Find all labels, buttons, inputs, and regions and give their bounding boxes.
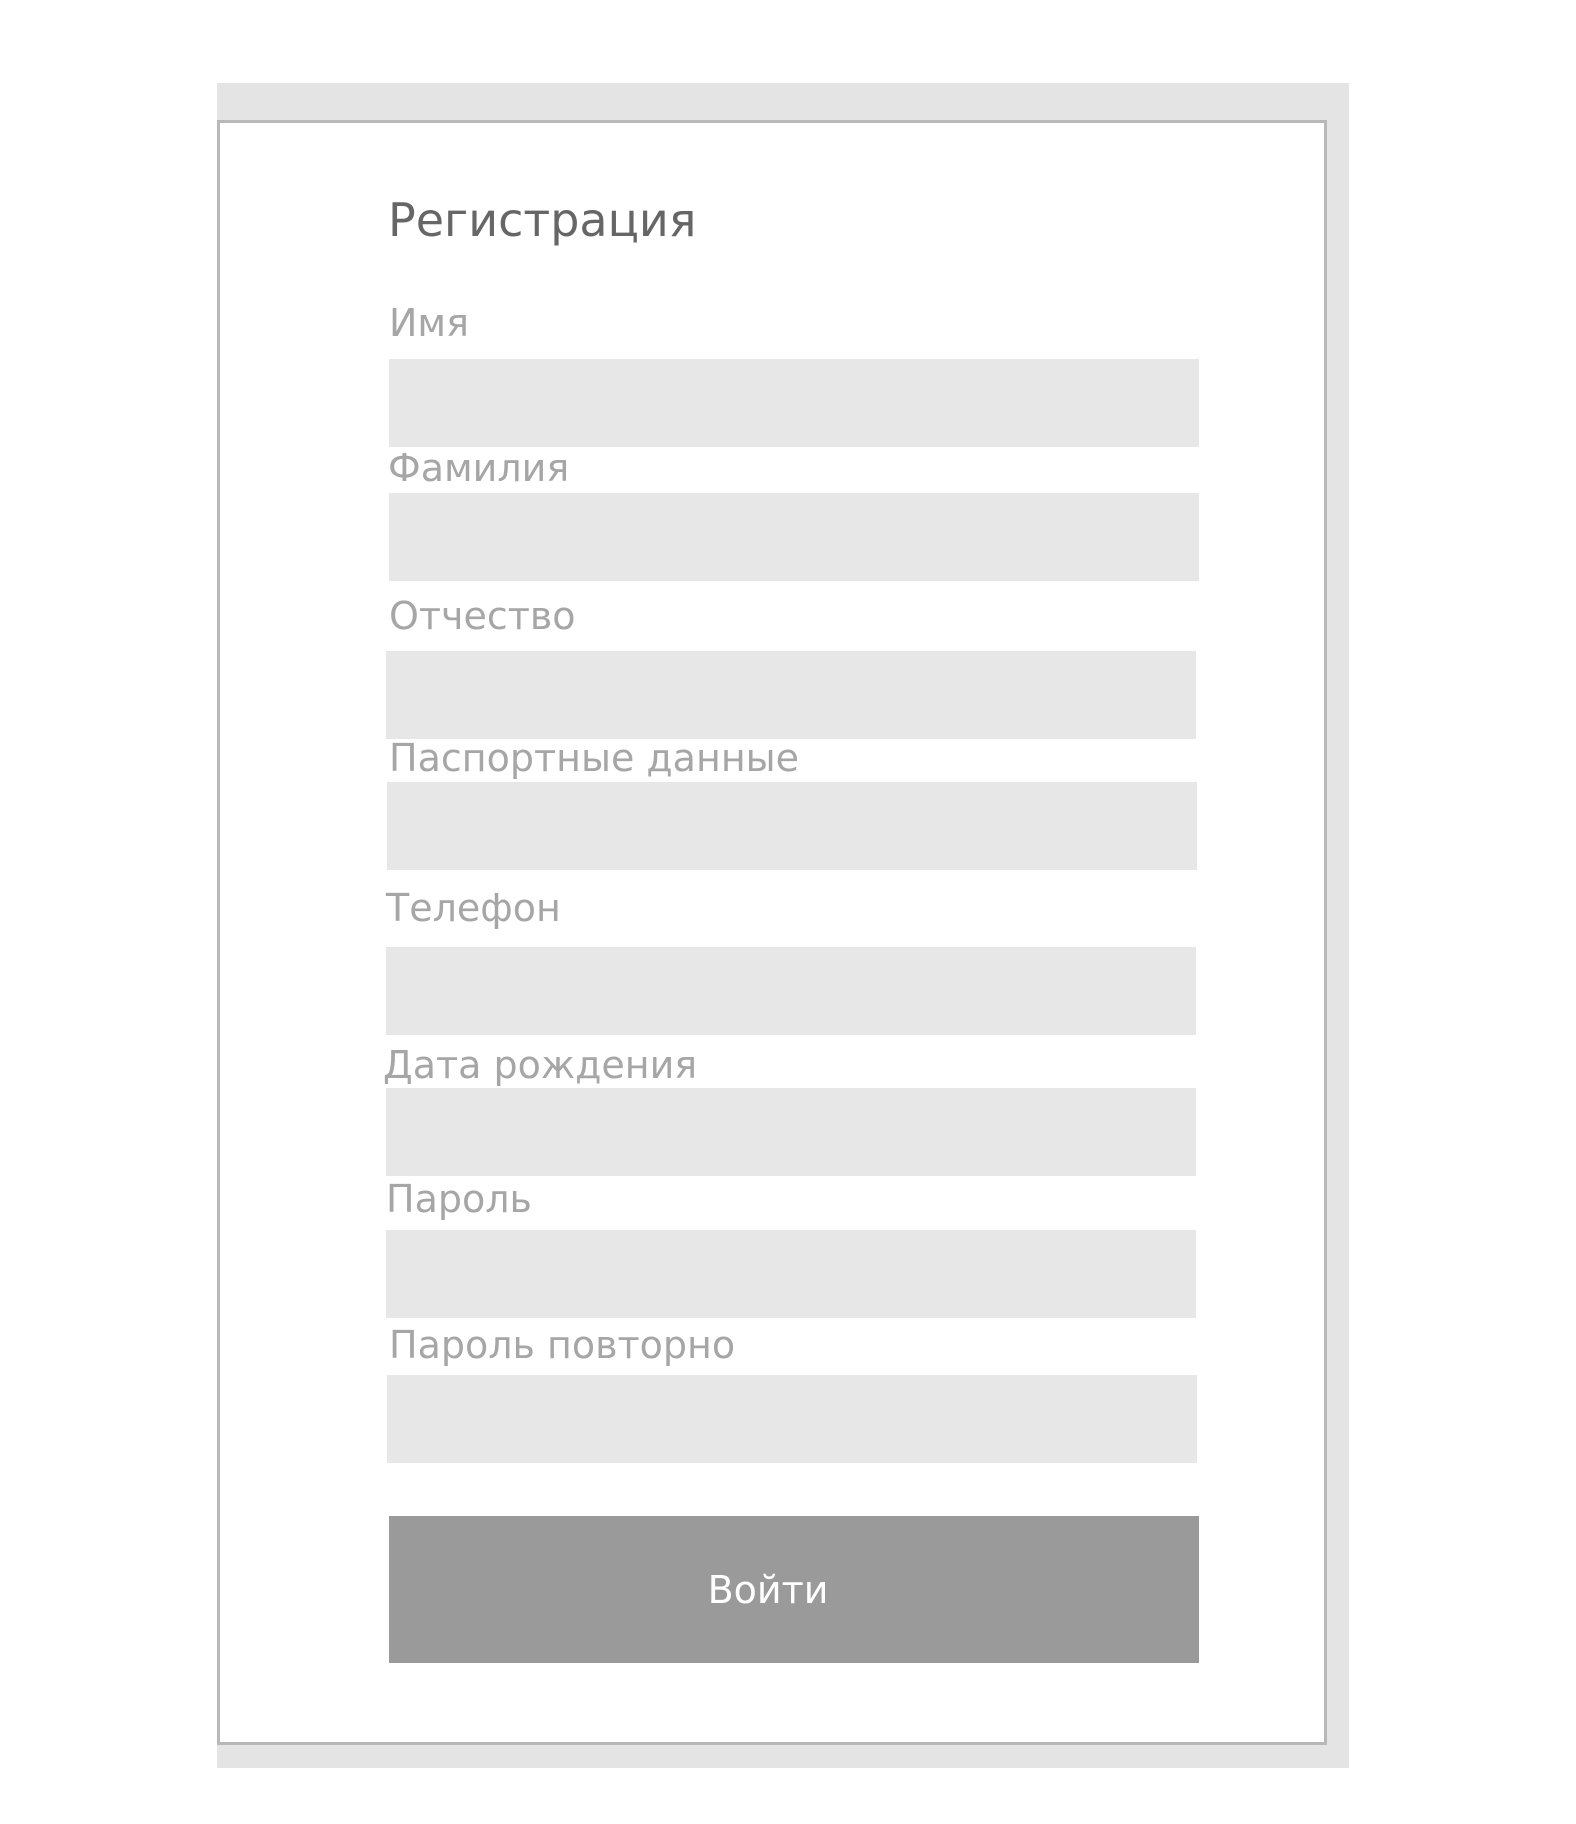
birth-date-input[interactable] xyxy=(386,1088,1196,1176)
password-input[interactable] xyxy=(386,1230,1196,1318)
last-name-input[interactable] xyxy=(389,493,1199,581)
phone-input[interactable] xyxy=(386,947,1196,1035)
form-title: Регистрация xyxy=(388,193,697,247)
birth-date-label: Дата рождения xyxy=(383,1043,698,1087)
first-name-label: Имя xyxy=(389,301,469,345)
passport-label: Паспортные данные xyxy=(389,736,800,780)
passport-input[interactable] xyxy=(387,782,1197,870)
patronymic-label: Отчество xyxy=(389,594,576,638)
password-repeat-label: Пароль повторно xyxy=(389,1323,736,1367)
password-repeat-input[interactable] xyxy=(387,1375,1197,1463)
phone-label: Телефон xyxy=(386,886,561,930)
login-button[interactable]: Войти xyxy=(389,1516,1199,1663)
last-name-label: Фамилия xyxy=(388,446,570,490)
first-name-input[interactable] xyxy=(389,359,1199,447)
password-label: Пароль xyxy=(386,1177,532,1221)
patronymic-input[interactable] xyxy=(386,651,1196,739)
